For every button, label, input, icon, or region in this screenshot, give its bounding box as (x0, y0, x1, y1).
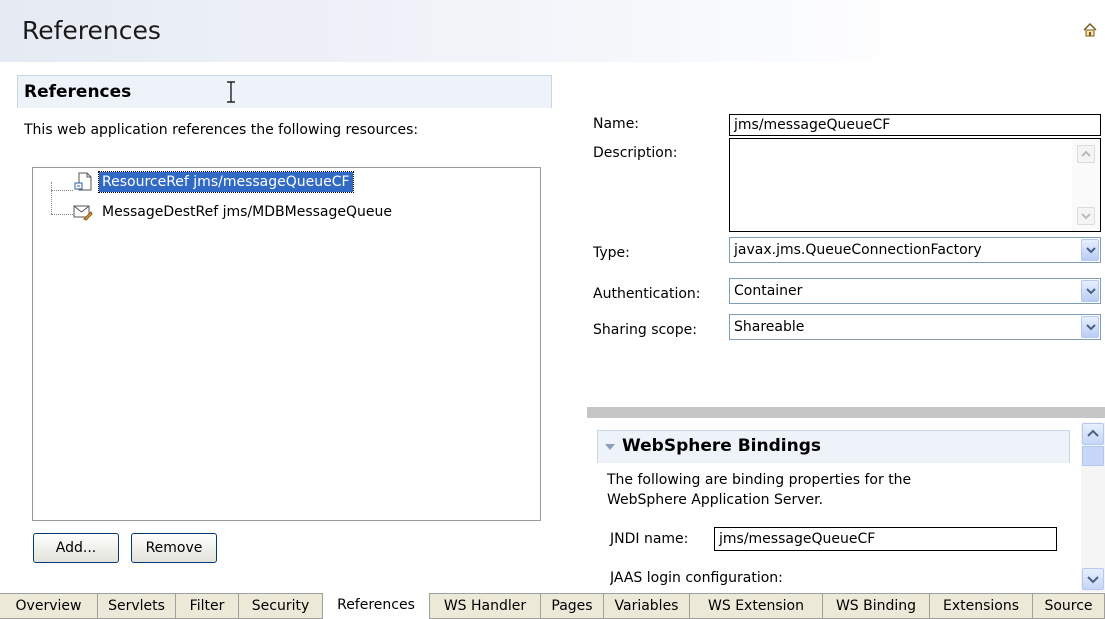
chevron-down-icon (1087, 576, 1099, 584)
name-field[interactable]: jms/messageQueueCF (729, 114, 1101, 136)
name-label: Name: (593, 116, 640, 132)
bindings-desc-line: WebSphere Application Server. (607, 492, 824, 508)
bindings-desc-line: The following are binding properties for… (607, 472, 912, 488)
tab-variables[interactable]: Variables (604, 594, 690, 619)
tab-servlets[interactable]: Servlets (98, 594, 176, 619)
collapse-twistie-icon[interactable] (604, 443, 616, 451)
tab-filter[interactable]: Filter (176, 594, 239, 619)
page-header: References (0, 0, 1105, 62)
tree-connector (51, 214, 73, 215)
chevron-down-icon (1081, 213, 1091, 220)
message-dest-ref-icon (73, 205, 93, 221)
scroll-down-button[interactable] (1082, 568, 1104, 590)
jndi-name-field[interactable]: jms/messageQueueCF (714, 527, 1057, 551)
pane-splitter[interactable] (587, 407, 1105, 418)
add-button[interactable]: Add... (33, 533, 119, 563)
jaas-label-clip: JAAS login configuration: (610, 568, 1080, 592)
bindings-scrollbar[interactable] (1081, 422, 1105, 592)
jndi-name-label: JNDI name: (610, 531, 689, 547)
sharing-scope-select-value: Shareable (734, 319, 805, 335)
tab-ws-handler[interactable]: WS Handler (430, 594, 541, 619)
references-section-header: References (17, 75, 552, 108)
tab-source[interactable]: Source (1033, 594, 1105, 619)
dropdown-button[interactable] (1081, 239, 1099, 261)
type-select-value: javax.jms.QueueConnectionFactory (734, 242, 982, 258)
remove-button[interactable]: Remove (131, 533, 217, 563)
ibeam-cursor-icon (227, 81, 235, 103)
sharing-scope-label: Sharing scope: (593, 322, 697, 338)
tab-references[interactable]: References (323, 593, 430, 619)
tab-overview[interactable]: Overview (0, 594, 98, 619)
page-title: References (22, 16, 161, 45)
tree-connector (51, 182, 52, 214)
authentication-label: Authentication: (593, 286, 701, 302)
scroll-up-button[interactable] (1077, 145, 1095, 163)
tab-extensions[interactable]: Extensions (930, 594, 1033, 619)
chevron-down-icon (1086, 324, 1096, 331)
websphere-bindings-header[interactable]: WebSphere Bindings (597, 430, 1070, 463)
chevron-down-icon (1086, 247, 1096, 254)
editor-tab-bar: Overview Servlets Filter Security Refere… (0, 593, 1105, 619)
tab-ws-extension[interactable]: WS Extension (690, 594, 823, 619)
section-title: References (24, 82, 132, 102)
tab-ws-binding[interactable]: WS Binding (823, 594, 930, 619)
resource-ref-icon (74, 172, 92, 191)
sharing-scope-select[interactable]: Shareable (729, 314, 1101, 340)
tab-security[interactable]: Security (239, 594, 323, 619)
description-field[interactable] (729, 138, 1101, 232)
references-tree[interactable]: ResourceRef jms/messageQueueCF MessageDe… (32, 167, 541, 521)
authentication-select-value: Container (734, 283, 803, 299)
websphere-bindings-description: The following are binding properties for… (607, 470, 1047, 510)
home-icon[interactable] (1082, 22, 1098, 38)
scroll-up-button[interactable] (1082, 423, 1104, 445)
description-scrollbar[interactable] (1072, 139, 1100, 231)
type-label: Type: (593, 245, 630, 261)
jaas-login-label: JAAS login configuration: (610, 570, 783, 586)
dropdown-button[interactable] (1081, 280, 1099, 302)
tab-pages[interactable]: Pages (541, 594, 604, 619)
authentication-select[interactable]: Container (729, 278, 1101, 304)
section-description: This web application references the foll… (24, 122, 419, 138)
scroll-down-button[interactable] (1077, 207, 1095, 225)
tree-connector (51, 190, 73, 191)
chevron-up-icon (1087, 429, 1099, 437)
dropdown-button[interactable] (1081, 316, 1099, 338)
type-select[interactable]: javax.jms.QueueConnectionFactory (729, 237, 1101, 263)
websphere-bindings-title: WebSphere Bindings (622, 436, 821, 456)
chevron-down-icon (1086, 288, 1096, 295)
scroll-thumb[interactable] (1082, 446, 1104, 466)
description-label: Description: (593, 145, 678, 161)
chevron-up-icon (1081, 150, 1091, 157)
